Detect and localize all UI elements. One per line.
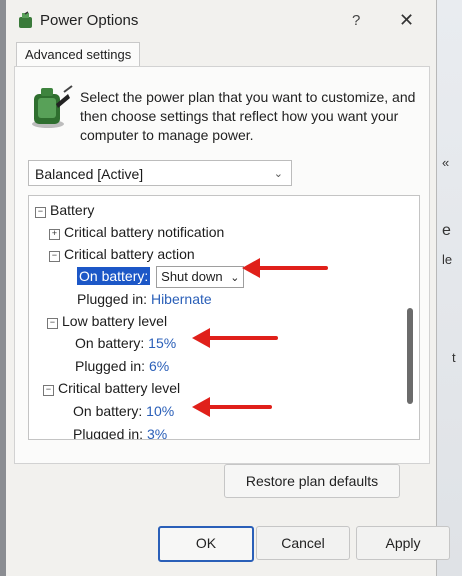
critical-level-plugged-row[interactable]: Plugged in: 3% [73, 426, 167, 440]
window-title: Power Options [40, 12, 139, 29]
setting-value-link[interactable]: 6% [149, 358, 169, 374]
tree-label: Critical battery action [64, 246, 195, 262]
ok-button[interactable]: OK [158, 526, 254, 562]
help-button[interactable]: ? [352, 12, 360, 29]
critical-action-on-battery-row[interactable]: On battery: Shut down ⌄ [77, 266, 245, 288]
critical-action-dropdown[interactable]: Shut down ⌄ [156, 266, 245, 288]
background-window: « e le t [436, 0, 462, 576]
tree-item-critical-notification[interactable]: + Critical battery notification [49, 224, 224, 240]
collapse-icon[interactable]: − [49, 251, 60, 262]
tree-item-critical-action[interactable]: − Critical battery action [49, 246, 195, 262]
annotation-arrow [192, 397, 272, 417]
setting-label: Plugged in: [77, 291, 148, 307]
critical-action-plugged-row[interactable]: Plugged in: Hibernate [77, 291, 212, 307]
apply-button[interactable]: Apply [356, 526, 450, 560]
power-options-icon [19, 11, 32, 28]
close-button[interactable]: ✕ [399, 10, 414, 31]
background-text: e [442, 222, 451, 239]
restore-plan-defaults-button[interactable]: Restore plan defaults [224, 464, 400, 498]
tree-item-battery[interactable]: − Battery [35, 202, 94, 218]
tree-label: Battery [50, 202, 95, 218]
setting-value-link[interactable]: 10% [146, 403, 174, 419]
intro-text: Select the power plan that you want to c… [80, 88, 420, 145]
tree-label: Low battery level [62, 313, 168, 329]
low-level-on-battery-row[interactable]: On battery: 15% [75, 335, 176, 351]
tree-label: Critical battery notification [64, 224, 225, 240]
intro-line: then choose settings that reflect how yo… [80, 108, 399, 124]
annotation-arrow [192, 328, 278, 348]
cancel-button[interactable]: Cancel [256, 526, 350, 560]
power-plan-value: Balanced [Active] [35, 166, 144, 182]
power-options-dialog: Power Options ? ✕ Advanced settings Sele… [6, 0, 450, 576]
battery-plan-icon [32, 85, 73, 128]
setting-value-link[interactable]: Hibernate [151, 291, 212, 307]
critical-level-on-battery-row[interactable]: On battery: 10% [73, 403, 174, 419]
setting-label: Plugged in: [73, 426, 144, 440]
setting-value-link[interactable]: 3% [147, 426, 167, 439]
low-level-plugged-row[interactable]: Plugged in: 6% [75, 358, 169, 374]
tree-item-low-battery-level[interactable]: − Low battery level [47, 313, 167, 329]
expand-icon[interactable]: + [49, 229, 60, 240]
title-bar: Power Options ? ✕ [6, 0, 436, 40]
setting-label: On battery: [75, 335, 145, 351]
chevron-down-icon: ⌄ [230, 272, 240, 284]
setting-label: Plugged in: [75, 358, 146, 374]
setting-label: On battery: [73, 403, 143, 419]
tree-scrollbar-thumb[interactable] [407, 308, 413, 404]
collapse-icon[interactable]: − [35, 207, 46, 218]
dropdown-value: Shut down [161, 269, 223, 284]
setting-label: On battery: [77, 266, 151, 285]
collapse-icon[interactable]: − [47, 318, 58, 329]
power-plan-select[interactable]: Balanced [Active] ⌄ [28, 160, 292, 186]
collapse-icon[interactable]: − [43, 385, 54, 396]
tab-advanced-settings[interactable]: Advanced settings [16, 42, 141, 67]
tree-item-critical-battery-level[interactable]: − Critical battery level [43, 380, 180, 396]
setting-value-link[interactable]: 15% [148, 335, 176, 351]
background-text: « [442, 155, 450, 170]
background-text: t [452, 350, 456, 365]
intro-line: computer to manage power. [80, 127, 254, 143]
intro-line: Select the power plan that you want to c… [80, 89, 416, 105]
background-text: le [442, 252, 453, 267]
chevron-down-icon: ⌄ [273, 168, 283, 180]
annotation-arrow [242, 258, 328, 278]
tree-label: Critical battery level [58, 380, 181, 396]
